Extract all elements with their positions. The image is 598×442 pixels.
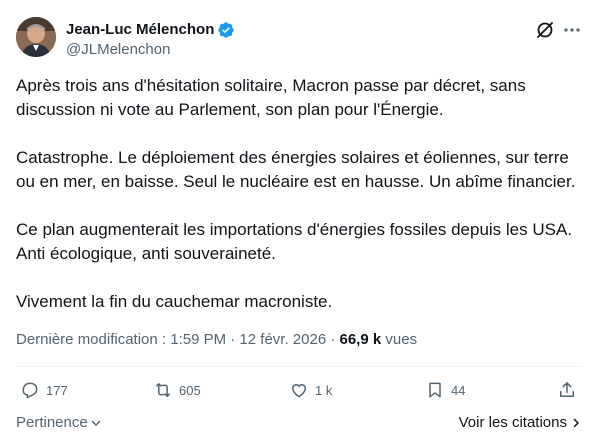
quotes-label: Voir les citations <box>458 414 567 431</box>
author-name[interactable]: Jean-Luc Mélenchon <box>66 20 214 40</box>
like-button[interactable]: 1 k <box>289 380 332 400</box>
chevron-right-icon <box>573 418 579 427</box>
repost-button[interactable]: 605 <box>153 380 201 400</box>
tweet-paragraph: Après trois ans d'hésitation solitaire, … <box>16 76 526 119</box>
view-quotes-link[interactable]: Voir les citations <box>459 414 582 431</box>
tweet-paragraph: Ce plan augmenterait les importations d'… <box>16 220 573 263</box>
modified-timestamp[interactable]: Dernière modification : 1:59 PM · 12 fév… <box>16 331 340 348</box>
reply-button[interactable]: 177 <box>20 380 68 400</box>
sort-dropdown[interactable]: Pertinence <box>16 414 102 431</box>
tweet-text: Après trois ans d'hésitation solitaire, … <box>16 74 584 338</box>
repost-count: 605 <box>179 382 201 398</box>
share-button[interactable] <box>557 380 577 400</box>
views-count: 66,9 k <box>339 331 382 348</box>
share-icon <box>560 382 574 397</box>
like-icon <box>291 384 307 398</box>
sort-label: Pertinence <box>16 414 88 431</box>
tweet-paragraph: Catastrophe. Le déploiement des énergies… <box>16 148 576 191</box>
tweet-paragraph: Vivement la fin du cauchemar macroniste. <box>16 292 333 311</box>
repost-icon <box>156 383 170 397</box>
grok-icon[interactable] <box>535 20 555 40</box>
views-label: vues <box>381 331 418 348</box>
like-count: 1 k <box>315 382 333 398</box>
author-name-row[interactable]: Jean-Luc Mélenchon <box>66 20 235 40</box>
avatar[interactable] <box>16 17 56 57</box>
avatar-image <box>16 17 56 57</box>
tweet-meta: Dernière modification : 1:59 PM · 12 fév… <box>16 330 417 350</box>
chevron-down-icon <box>91 420 100 426</box>
divider <box>16 366 582 367</box>
bookmark-count: 44 <box>451 382 466 398</box>
tweet-footer: Pertinence Voir les citations <box>0 414 598 436</box>
reply-count: 177 <box>46 382 68 398</box>
verified-badge-icon <box>218 22 235 38</box>
reply-icon <box>22 382 38 399</box>
author-handle[interactable]: @JLMelenchon <box>66 40 170 60</box>
more-icon[interactable] <box>562 20 582 40</box>
action-bar: 177 605 1 k 44 <box>0 380 598 408</box>
bookmark-button[interactable]: 44 <box>425 380 465 400</box>
bookmark-icon <box>429 382 441 398</box>
